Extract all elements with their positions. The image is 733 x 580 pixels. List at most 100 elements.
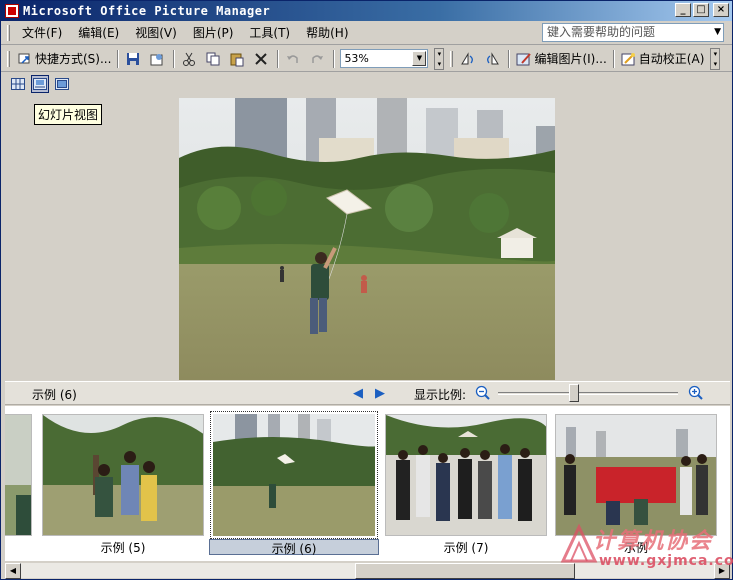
auto-correct-icon	[621, 51, 637, 67]
thumbnail-image	[43, 415, 203, 535]
rotate-right-icon	[484, 51, 500, 67]
rotate-left-icon	[460, 51, 476, 67]
menu-grip-icon[interactable]	[7, 24, 10, 41]
app-window: Microsoft Office Picture Manager _ □ × 文…	[0, 0, 733, 580]
toolbar-separator	[612, 49, 615, 68]
toolbar-grip-icon[interactable]	[450, 50, 454, 67]
chevron-down-icon[interactable]: ▼	[412, 51, 427, 66]
zoom-select[interactable]: 53% ▼	[340, 49, 429, 68]
next-photo-button[interactable]: ▶	[375, 386, 385, 401]
thumbnail-item[interactable]	[385, 414, 547, 536]
menu-file[interactable]: 文件(F)	[14, 24, 70, 41]
filmstrip-view-icon	[33, 78, 47, 90]
thumbnail-label: 示例 (5)	[100, 541, 146, 555]
save-icon	[125, 51, 141, 67]
zoom-in-icon	[688, 385, 703, 400]
shortcut-icon	[17, 51, 33, 67]
picture-manager-icon	[5, 4, 19, 18]
shortcuts-button[interactable]: 快捷方式(S)...	[14, 49, 114, 69]
menu-help[interactable]: 帮助(H)	[298, 24, 356, 41]
copy-button[interactable]	[202, 49, 226, 69]
scroll-right-button[interactable]: ▶	[714, 563, 730, 579]
toolbar-overflow-icon[interactable]: ▾ ▾	[710, 47, 721, 70]
toolbar-separator	[277, 49, 280, 68]
scrollbar-thumb[interactable]	[355, 563, 575, 579]
cut-button[interactable]	[178, 49, 202, 69]
close-button[interactable]: ×	[713, 3, 729, 17]
thumbnail-item[interactable]	[42, 414, 204, 536]
window-title: Microsoft Office Picture Manager	[23, 4, 271, 18]
zoom-value: 53%	[344, 52, 369, 65]
paste-button[interactable]	[226, 49, 250, 69]
delete-icon	[253, 51, 269, 67]
menu-tools[interactable]: 工具(T)	[241, 24, 298, 41]
save-button[interactable]	[122, 49, 146, 69]
maximize-button[interactable]: □	[693, 3, 709, 17]
previous-photo-button[interactable]: ◀	[353, 386, 363, 401]
single-view-icon	[55, 78, 69, 90]
menu-view[interactable]: 视图(V)	[127, 24, 185, 41]
help-search-input[interactable]: 键入需要帮助的问题 ▼	[542, 23, 724, 42]
thumbnail-label	[5, 539, 35, 555]
rotate-left-button[interactable]	[457, 49, 481, 69]
thumbnail-view-icon	[11, 78, 25, 90]
thumbnail-image	[556, 415, 716, 535]
main-photo[interactable]	[179, 98, 555, 380]
delete-button[interactable]	[250, 49, 274, 69]
zoom-label: 显示比例:	[414, 388, 467, 402]
minimize-button[interactable]: _	[675, 3, 691, 17]
thumbnail-view-button[interactable]	[9, 75, 27, 93]
upload-button[interactable]	[146, 49, 170, 69]
thumbnail-label: 示例	[623, 541, 648, 555]
zoom-out-button[interactable]	[475, 385, 491, 401]
auto-correct-label: 自动校正(A)	[638, 52, 705, 66]
auto-correct-button[interactable]: 自动校正(A)	[618, 49, 708, 69]
zoom-out-icon	[475, 385, 490, 400]
zoom-in-button[interactable]	[688, 385, 704, 401]
toolbar-overflow-icon[interactable]: ▾ ▾	[434, 47, 445, 70]
shortcuts-label: 快捷方式(S)...	[35, 52, 112, 66]
menu-picture[interactable]: 图片(P)	[185, 24, 242, 41]
thumbnail-item[interactable]	[5, 414, 32, 536]
thumbnail-image	[213, 414, 377, 536]
rotate-right-button[interactable]	[481, 49, 505, 69]
filmstrip: 示例 (5) 示例 (6) 示例 (7) 示例	[5, 406, 730, 561]
chevron-down-icon[interactable]: ▼	[714, 24, 721, 41]
zoom-slider-track[interactable]	[498, 392, 678, 395]
toolbar-separator	[173, 49, 176, 68]
filmstrip-view-button[interactable]	[31, 75, 49, 93]
redo-button[interactable]	[306, 49, 330, 69]
thumbnail-item[interactable]	[555, 414, 717, 536]
copy-icon	[205, 51, 221, 67]
upload-icon	[149, 51, 165, 67]
thumbnail-item-selected[interactable]	[210, 411, 378, 539]
zoom-slider-thumb[interactable]	[568, 384, 579, 402]
single-view-button[interactable]	[53, 75, 71, 93]
view-mode-bar	[1, 73, 732, 95]
thumbnail-label: 示例 (7)	[443, 541, 489, 555]
edit-picture-button[interactable]: 编辑图片(I)...	[513, 49, 609, 69]
toolbar-separator	[117, 49, 120, 68]
edit-picture-label: 编辑图片(I)...	[534, 52, 607, 66]
toolbar-separator	[508, 49, 511, 68]
undo-icon	[285, 51, 301, 67]
filmstrip-scrollbar[interactable]: ◀ ▶	[5, 562, 730, 579]
cut-icon	[181, 51, 197, 67]
thumbnail-image	[5, 415, 31, 535]
toolbar-separator	[333, 49, 336, 68]
thumbnail-label-selected: 示例 (6)	[209, 539, 379, 556]
standard-toolbar: 快捷方式(S)... 53% ▼ ▾ ▾ 编辑图片(I)... 自动校正(A) …	[1, 46, 732, 72]
view-tooltip: 幻灯片视图	[34, 104, 103, 125]
kite-flying-photo	[179, 98, 555, 380]
help-search-placeholder: 键入需要帮助的问题	[547, 25, 656, 39]
scroll-left-button[interactable]: ◀	[5, 563, 21, 579]
menu-bar: 文件(F) 编辑(E) 视图(V) 图片(P) 工具(T) 帮助(H) 键入需要…	[1, 21, 732, 45]
menu-edit[interactable]: 编辑(E)	[70, 24, 127, 41]
thumbnail-image	[386, 415, 546, 535]
title-bar[interactable]: Microsoft Office Picture Manager _ □ ×	[1, 1, 732, 21]
toolbar-grip-icon[interactable]	[7, 50, 10, 67]
redo-icon	[309, 51, 325, 67]
edit-picture-icon	[516, 51, 532, 67]
current-photo-name: 示例 (6)	[32, 388, 77, 402]
undo-button[interactable]	[282, 49, 306, 69]
